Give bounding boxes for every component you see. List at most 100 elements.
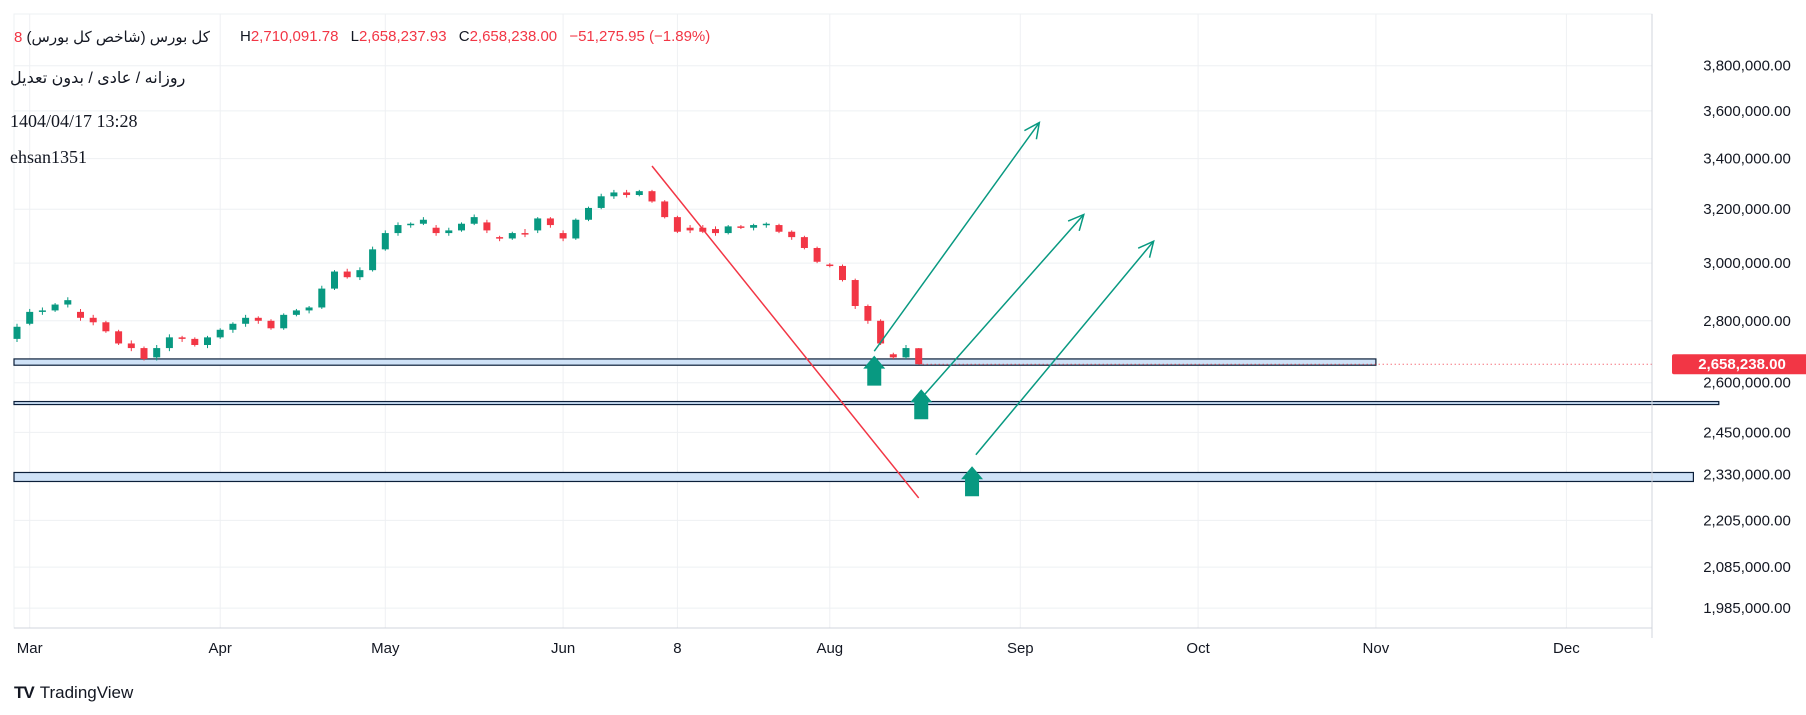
candle-body (13, 326, 21, 339)
candle-body (77, 311, 84, 318)
candle-body (369, 249, 377, 271)
y-tick-label: 2,600,000.00 (1703, 375, 1791, 392)
candle-body (508, 233, 516, 239)
candle-body (356, 270, 364, 278)
candle-body (724, 226, 732, 234)
candle-body (318, 288, 326, 308)
author-name: ehsan1351 (10, 147, 87, 167)
candle-body (559, 233, 567, 239)
y-tick-label: 3,200,000.00 (1703, 201, 1791, 218)
candle-body (140, 348, 148, 359)
y-tick-label: 3,400,000.00 (1703, 151, 1791, 168)
candle-body (204, 337, 211, 346)
candle-body (445, 230, 453, 234)
candle-body (775, 225, 783, 232)
candle-body (64, 300, 72, 305)
candle-body (623, 192, 631, 196)
candle-body (826, 264, 834, 267)
candle-body (432, 227, 440, 234)
candle-body (153, 348, 161, 358)
candle-body (839, 265, 846, 281)
support-zone (13, 471, 1695, 483)
candle-body (458, 223, 465, 231)
y-tick-label: 2,085,000.00 (1703, 559, 1791, 576)
candle-body (127, 343, 135, 349)
y-tick-label: 2,450,000.00 (1703, 424, 1791, 441)
candle-body (26, 311, 34, 324)
candle-body (750, 225, 758, 228)
candle-body (343, 271, 351, 278)
y-tick-label: 3,000,000.00 (1703, 255, 1791, 272)
candle-body (267, 320, 275, 329)
candle-body (38, 310, 46, 312)
projection-arrow (975, 240, 1155, 456)
candle-body (394, 225, 402, 234)
candle-body (800, 237, 808, 248)
candle-body (216, 329, 224, 338)
zone-layer[interactable] (13, 358, 1720, 483)
candle-body (470, 217, 478, 224)
tradingview-brand[interactable]: TV TradingView (14, 683, 133, 703)
last-price-tag-label: 2,658,238.00 (1698, 356, 1786, 373)
candle-body (89, 317, 97, 323)
x-tick-label: Aug (816, 640, 843, 657)
candle-body (585, 207, 592, 220)
candle-body (407, 223, 415, 226)
x-tick-label: Apr (209, 640, 232, 657)
candle-body (178, 337, 186, 339)
candle-body (280, 314, 288, 329)
ohlc-readout: H2,710,091.78 L2,658,237.93 C2,658,238.0… (232, 28, 710, 45)
candle-body (546, 218, 554, 226)
candle-body (115, 331, 123, 344)
close-value: 2,658,238.00 (469, 28, 558, 45)
candle-body (191, 338, 199, 346)
candle-body (788, 231, 796, 238)
candle-body (292, 310, 300, 315)
y-tick-label: 1,985,000.00 (1703, 600, 1791, 617)
grid-layer (13, 13, 1653, 629)
candle-body (610, 192, 618, 197)
candle-body (242, 317, 250, 324)
candle-body (51, 304, 59, 311)
x-tick-label: Nov (1363, 640, 1390, 657)
candle-body (521, 233, 529, 235)
chart-subtitle: روزانه / عادی / بدون تعدیل (10, 70, 186, 87)
candle-body (572, 219, 580, 239)
candle-body (661, 201, 669, 218)
tradingview-brand-name: TradingView (39, 683, 134, 702)
candle-body (534, 218, 542, 231)
low-key: L (350, 28, 359, 45)
candle-body (889, 354, 897, 358)
candle-body (864, 306, 872, 321)
support-zone (13, 400, 1720, 406)
high-key: H (240, 28, 251, 45)
projection-arrow (924, 213, 1085, 395)
candle-body (254, 317, 262, 321)
candle-body (902, 348, 910, 358)
y-tick-label: 3,600,000.00 (1703, 103, 1791, 120)
symbol-suffix: 8 (14, 29, 23, 46)
candle-body (635, 191, 643, 196)
low-value: 2,658,237.93 (358, 28, 447, 45)
candle-body (686, 227, 694, 231)
tradingview-logo-icon: TV (14, 683, 35, 702)
high-value: 2,710,091.78 (250, 28, 339, 45)
y-tick-label: 3,800,000.00 (1703, 58, 1791, 75)
x-tick-label: 8 (673, 640, 681, 657)
symbol-name[interactable]: کل بورس (شاخص کل بورس) 8 (10, 28, 210, 46)
x-tick-label: Mar (17, 640, 43, 657)
candle-body (712, 229, 719, 234)
candle-body (331, 271, 338, 289)
candle-body (648, 191, 656, 202)
candle-body (673, 217, 681, 232)
symbol-title[interactable]: کل بورس (شاخص کل بورس) (27, 29, 210, 46)
close-key: C (458, 28, 470, 45)
snapshot-timestamp: 1404/04/17 13:28 (10, 111, 138, 131)
candle-body (851, 280, 859, 307)
x-tick-label: Dec (1553, 640, 1580, 657)
drawing-layer[interactable] (651, 121, 1652, 499)
candle-body (102, 322, 110, 332)
y-tick-label: 2,205,000.00 (1703, 512, 1791, 529)
candle-body (305, 307, 313, 311)
x-tick-label: Sep (1007, 640, 1034, 657)
